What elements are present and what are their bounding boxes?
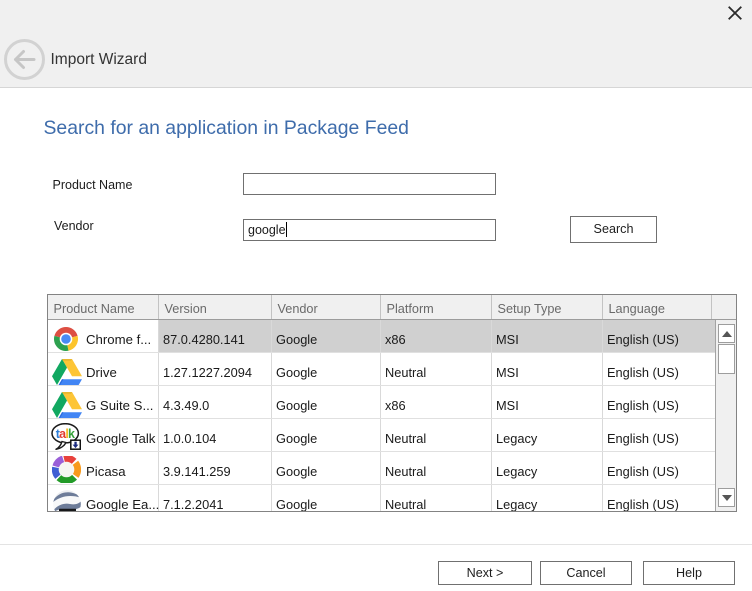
svg-text:talk: talk	[56, 427, 75, 441]
